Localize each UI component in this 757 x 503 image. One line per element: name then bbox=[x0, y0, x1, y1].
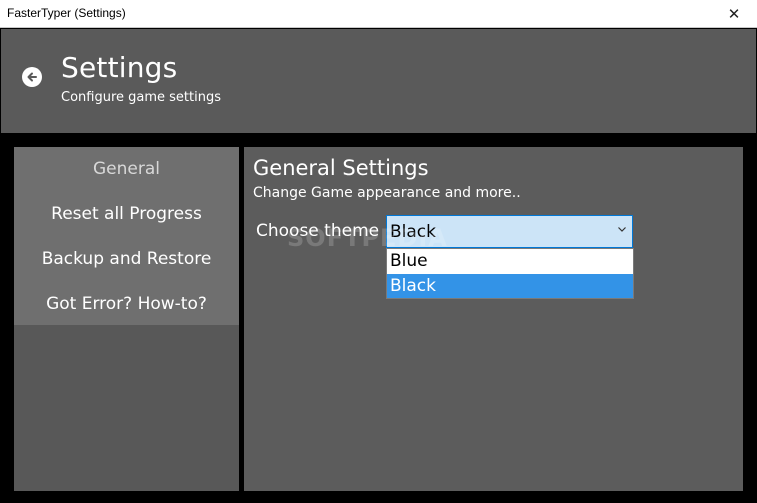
sidebar-item-backup-restore[interactable]: Backup and Restore bbox=[14, 249, 239, 269]
section-subtitle: Change Game appearance and more.. bbox=[253, 185, 521, 201]
window-title: FasterTyper (Settings) bbox=[7, 6, 126, 20]
page-subtitle: Configure game settings bbox=[61, 90, 221, 105]
page-header: Settings Configure game settings bbox=[1, 29, 756, 133]
back-arrow-circle-icon bbox=[27, 72, 37, 82]
theme-option-blue[interactable]: Blue bbox=[387, 249, 633, 273]
chevron-down-icon bbox=[618, 227, 626, 232]
watermark: SOFTPEDIA bbox=[287, 224, 448, 252]
theme-dropdown-list: Blue Black bbox=[386, 248, 634, 299]
page-title: Settings bbox=[61, 51, 178, 84]
theme-option-black[interactable]: Black bbox=[387, 274, 633, 298]
settings-sidebar: General Reset all Progress Backup and Re… bbox=[14, 147, 239, 491]
sidebar-item-general[interactable]: General bbox=[14, 159, 239, 179]
sidebar-item-reset-progress[interactable]: Reset all Progress bbox=[14, 204, 239, 224]
close-window-button[interactable]: ✕ bbox=[711, 0, 757, 28]
back-button[interactable] bbox=[22, 67, 42, 87]
sidebar-items-panel: General Reset all Progress Backup and Re… bbox=[14, 147, 239, 325]
section-title: General Settings bbox=[253, 156, 429, 180]
general-settings-panel: General Settings Change Game appearance … bbox=[244, 147, 743, 491]
sidebar-item-got-error[interactable]: Got Error? How-to? bbox=[14, 294, 239, 314]
window-titlebar: FasterTyper (Settings) ✕ bbox=[0, 0, 757, 28]
